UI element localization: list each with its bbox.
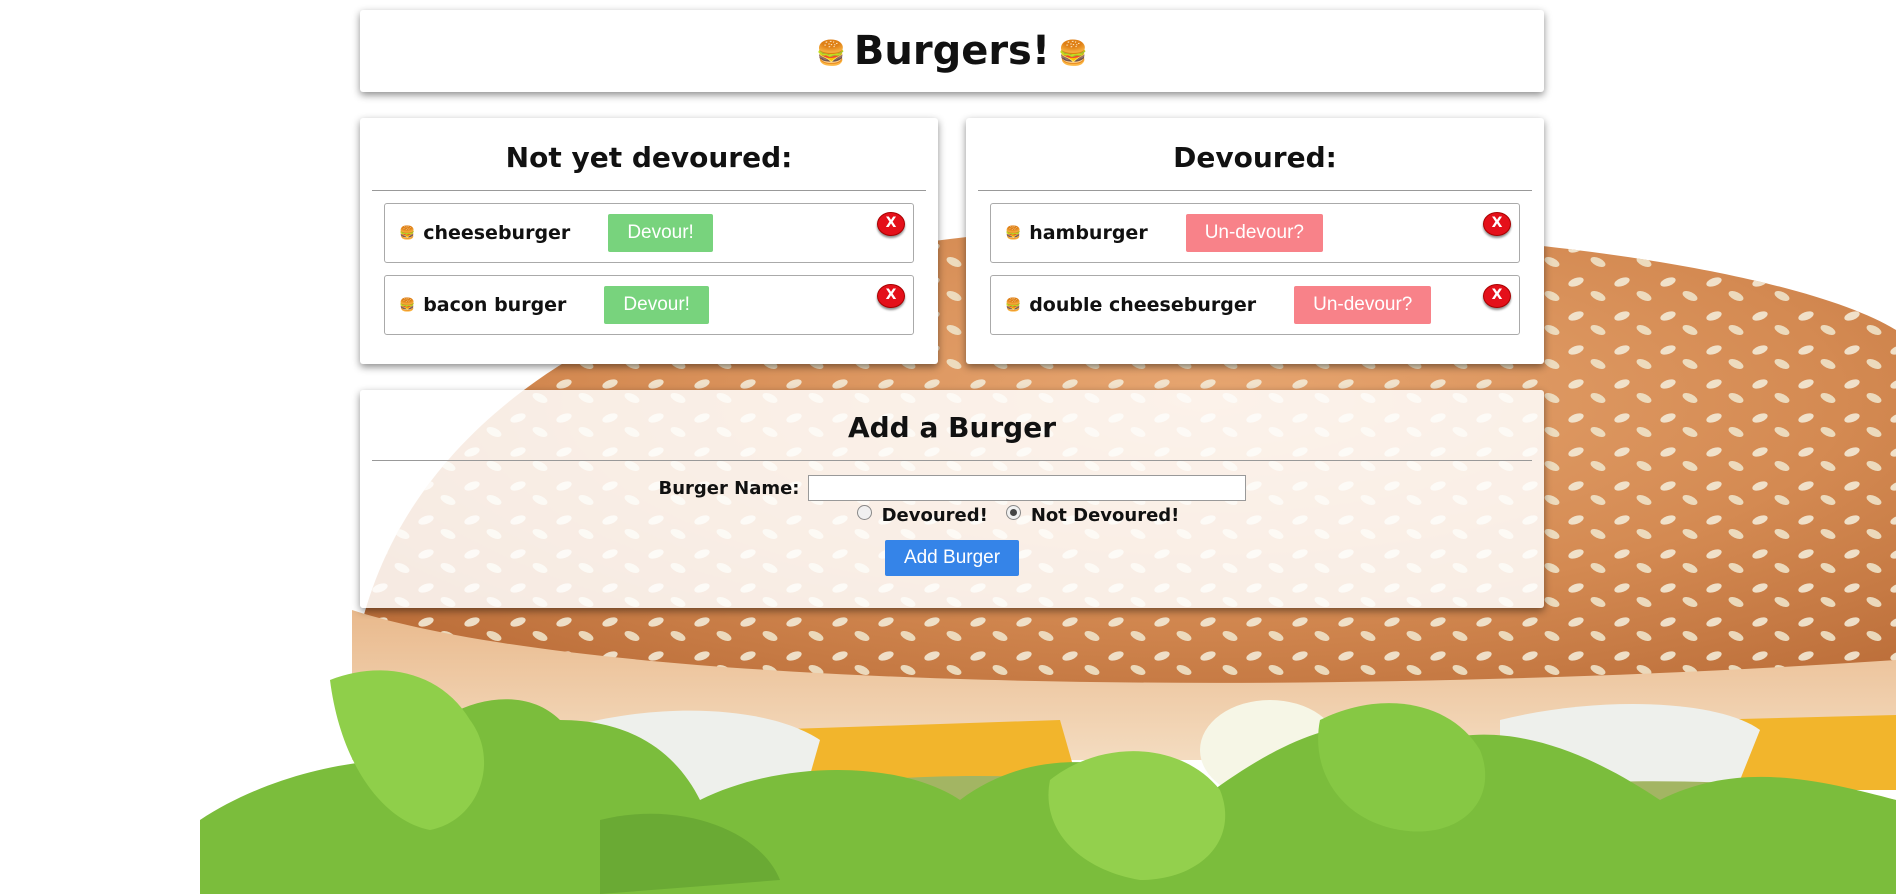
burger-icon: 🍔 [1005, 297, 1022, 313]
add-burger-panel: Add a Burger Burger Name: Devoured! Not … [360, 390, 1544, 608]
devour-button[interactable]: Devour! [608, 214, 713, 252]
add-burger-button[interactable]: Add Burger [884, 540, 1020, 576]
devoured-radio-label: Devoured! [881, 505, 988, 526]
list-item: 🍔 hamburger Un-devour? X [990, 203, 1520, 263]
devoured-radio-group: Devoured! Not Devoured! [372, 505, 1532, 526]
burger-name-label: Burger Name: [658, 477, 800, 499]
burger-name-input[interactable] [807, 475, 1246, 501]
not-devoured-heading: Not yet devoured: [505, 141, 793, 174]
divider [372, 190, 926, 191]
burger-name: double cheeseburger [1029, 294, 1257, 316]
not-devoured-radio-label: Not Devoured! [1030, 505, 1180, 526]
header-panel: 🍔 Burgers! 🍔 [360, 10, 1544, 92]
page: 🍔 Burgers! 🍔 Not yet devoured: 🍔 cheeseb… [0, 0, 1896, 894]
main-container: 🍔 Burgers! 🍔 Not yet devoured: 🍔 cheeseb… [360, 10, 1544, 608]
delete-button[interactable]: X [1483, 284, 1511, 308]
burger-icon: 🍔 [399, 297, 416, 313]
burger-icon: 🍔 [1005, 225, 1022, 241]
submit-row: Add Burger [372, 540, 1532, 576]
burger-icon: 🍔 [1058, 39, 1088, 67]
undevour-button[interactable]: Un-devour? [1294, 286, 1432, 324]
devoured-panel: Devoured: 🍔 hamburger Un-devour? X 🍔 dou… [966, 118, 1544, 364]
delete-button[interactable]: X [877, 212, 905, 236]
page-title: Burgers! [853, 28, 1051, 74]
not-devoured-panel: Not yet devoured: 🍔 cheeseburger Devour!… [360, 118, 938, 364]
delete-button[interactable]: X [1483, 212, 1511, 236]
devoured-radio[interactable] [856, 505, 872, 520]
burger-name: cheeseburger [423, 222, 571, 244]
devour-button[interactable]: Devour! [604, 286, 709, 324]
delete-button[interactable]: X [877, 284, 905, 308]
devoured-heading: Devoured: [1173, 141, 1337, 174]
list-item: 🍔 double cheeseburger Un-devour? X [990, 275, 1520, 335]
list-item: 🍔 cheeseburger Devour! X [384, 203, 914, 263]
burger-name: hamburger [1029, 222, 1148, 244]
burger-name-row: Burger Name: [372, 475, 1532, 501]
burger-columns: Not yet devoured: 🍔 cheeseburger Devour!… [360, 118, 1544, 364]
burger-icon: 🍔 [399, 225, 416, 241]
burger-name: bacon burger [423, 294, 567, 316]
not-devoured-radio[interactable] [1005, 505, 1021, 520]
add-burger-heading: Add a Burger [847, 411, 1057, 444]
divider [372, 460, 1532, 461]
list-item: 🍔 bacon burger Devour! X [384, 275, 914, 335]
divider [978, 190, 1532, 191]
undevour-button[interactable]: Un-devour? [1185, 214, 1323, 252]
burger-icon: 🍔 [815, 39, 846, 67]
